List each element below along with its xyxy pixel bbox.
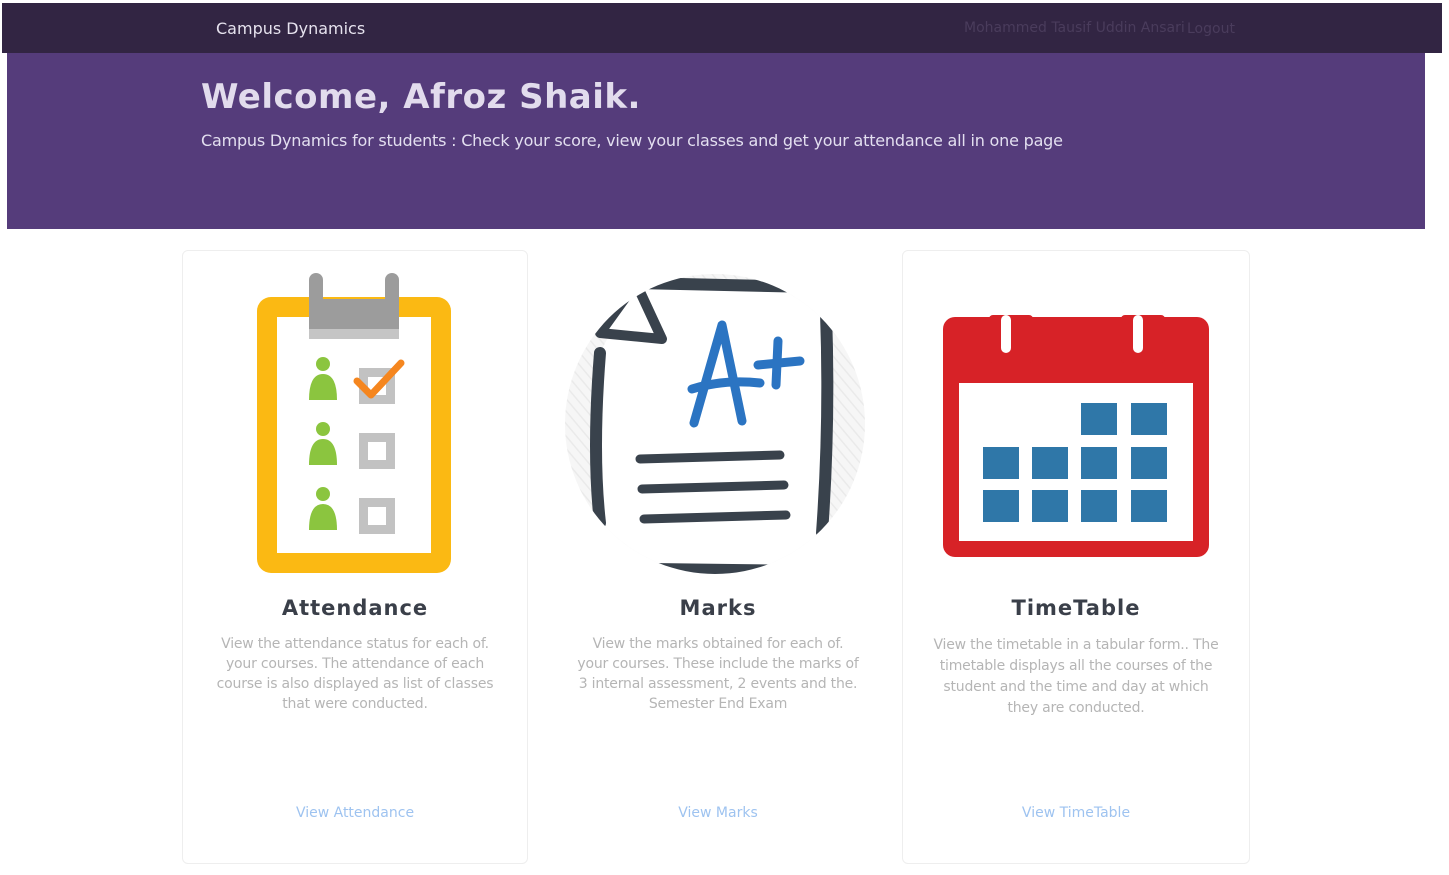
view-attendance-link[interactable]: View Attendance	[183, 805, 527, 821]
marks-paper-icon	[565, 274, 865, 574]
marks-description: View the marks obtained for each of. you…	[577, 636, 859, 712]
brand-link[interactable]: Campus Dynamics	[216, 19, 365, 38]
view-marks-link[interactable]: View Marks	[546, 805, 890, 821]
view-timetable-link[interactable]: View TimeTable	[903, 805, 1249, 821]
welcome-subtitle: Campus Dynamics for students : Check you…	[201, 131, 1063, 150]
logout-link[interactable]: Logout	[1187, 21, 1235, 37]
marks-title: Marks	[679, 596, 757, 620]
welcome-title: Welcome, Afroz Shaik.	[201, 77, 641, 117]
timetable-title: TimeTable	[1011, 596, 1141, 620]
user-name[interactable]: Mohammed Tausif Uddin Ansari	[964, 20, 1185, 36]
welcome-banner: Welcome, Afroz Shaik. Campus Dynamics fo…	[7, 53, 1425, 229]
timetable-card: TimeTable View the timetable in a tabula…	[902, 250, 1250, 864]
attendance-card: Attendance View the attendance status fo…	[182, 250, 528, 864]
attendance-description: View the attendance status for each of. …	[216, 636, 494, 712]
attendance-title: Attendance	[281, 596, 429, 620]
calendar-icon	[943, 315, 1209, 557]
top-navbar: Campus Dynamics Mohammed Tausif Uddin An…	[2, 3, 1442, 53]
timetable-description: View the timetable in a tabular form.. T…	[933, 637, 1219, 716]
marks-card: Marks View the marks obtained for each o…	[545, 250, 891, 864]
attendance-clipboard-icon	[257, 273, 451, 573]
